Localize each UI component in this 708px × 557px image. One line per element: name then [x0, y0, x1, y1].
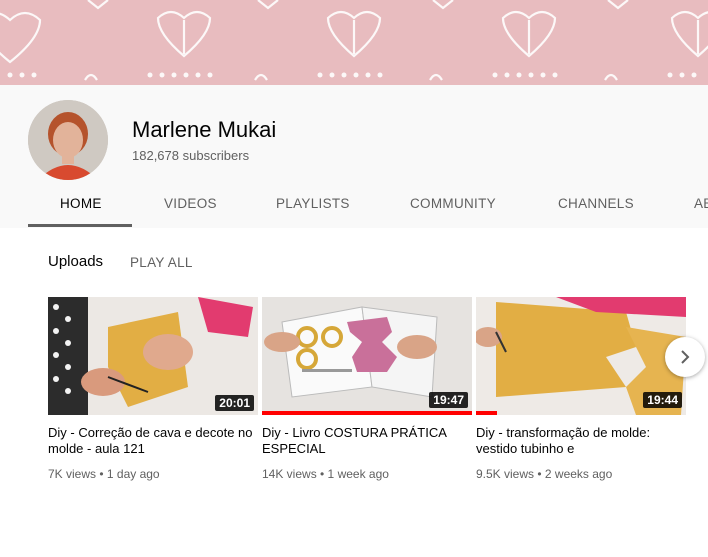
tab-playlists[interactable]: PLAYLISTS: [276, 187, 350, 225]
tab-community[interactable]: COMMUNITY: [410, 187, 496, 225]
tab-home[interactable]: HOME: [60, 187, 102, 225]
video-thumbnail[interactable]: 20:01: [48, 297, 258, 415]
video-card[interactable]: 19:47 Diy - Livro COSTURA PRÁTICA ESPECI…: [262, 297, 472, 481]
video-meta: 14K views • 1 week ago: [262, 467, 389, 481]
tab-about[interactable]: AB: [694, 187, 708, 225]
play-all-button[interactable]: PLAY ALL: [130, 255, 193, 270]
channel-banner: [0, 0, 708, 85]
subscriber-count: 182,678 subscribers: [132, 148, 250, 163]
video-duration: 19:44: [643, 392, 682, 408]
watch-progress-bar: [262, 411, 472, 415]
channel-avatar[interactable]: [28, 100, 108, 180]
video-meta: 7K views • 1 day ago: [48, 467, 160, 481]
channel-tabs: HOME VIDEOS PLAYLISTS COMMUNITY CHANNELS…: [28, 187, 708, 228]
active-tab-indicator: [28, 224, 132, 227]
video-card[interactable]: 19:44 Diy - transformação de molde: vest…: [476, 297, 686, 481]
shelf-next-button[interactable]: [665, 337, 705, 377]
video-meta: 9.5K views • 2 weeks ago: [476, 467, 613, 481]
chevron-right-icon: [681, 350, 690, 364]
section-title: Uploads: [48, 253, 104, 270]
tab-channels[interactable]: CHANNELS: [558, 187, 634, 225]
watch-progress-bar: [476, 411, 497, 415]
tab-videos[interactable]: VIDEOS: [164, 187, 217, 225]
avatar-portrait: [28, 100, 108, 180]
video-thumbnail[interactable]: 19:47: [262, 297, 472, 415]
channel-name: Marlene Mukai: [132, 117, 277, 142]
video-title[interactable]: Diy - Livro COSTURA PRÁTICA ESPECIAL: [262, 425, 472, 457]
video-thumbnail[interactable]: 19:44: [476, 297, 686, 415]
video-title[interactable]: Diy - transformação de molde: vestido tu…: [476, 425, 686, 457]
video-duration: 19:47: [429, 392, 468, 408]
video-duration: 20:01: [215, 395, 254, 411]
banner-heart-pattern: [0, 0, 708, 81]
video-card[interactable]: 20:01 Diy - Correção de cava e decote no…: [48, 297, 258, 481]
video-title[interactable]: Diy - Correção de cava e decote no molde…: [48, 425, 258, 457]
